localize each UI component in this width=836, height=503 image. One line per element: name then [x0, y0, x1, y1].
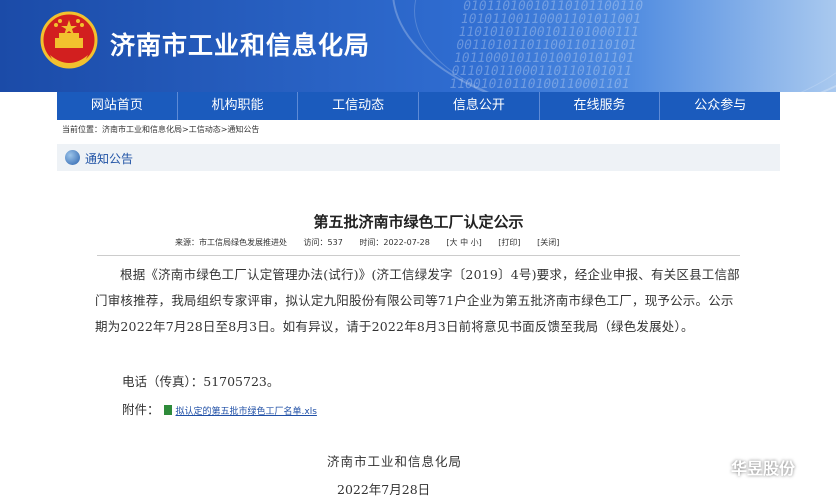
attachment-link[interactable]: 拟认定的第五批市绿色工厂名单.xls — [176, 407, 317, 417]
attachment-label: 附件： — [122, 402, 160, 417]
header-binary-decoration: 01011010010110101100110 1010110011000110… — [447, 0, 645, 92]
site-header: 01011010010110101100110 1010110011000110… — [0, 0, 836, 92]
breadcrumb[interactable]: 当前位置：济南市工业和信息化局>工信动态>通知公告 — [62, 124, 259, 135]
nav-item-functions[interactable]: 机构职能 — [178, 92, 299, 120]
contact-phone: 电话（传真）：51705723。 — [122, 374, 280, 389]
meta-time: 时间：2022-07-28 — [359, 238, 430, 247]
excel-file-icon — [163, 405, 172, 415]
meta-views: 访问：537 — [303, 238, 343, 247]
site-title: 济南市工业和信息化局 — [110, 31, 371, 60]
wechat-icon — [703, 458, 725, 475]
globe-icon — [65, 150, 80, 165]
font-size-switcher[interactable]: [大 中 小] — [446, 238, 481, 247]
meta-source: 来源：市工信局绿色发展推进处 — [175, 238, 287, 247]
signature: 济南市工业和信息化局 — [327, 454, 463, 469]
watermark-text: 华昱股份 — [731, 459, 796, 478]
close-link[interactable]: [关闭] — [537, 238, 559, 247]
signature-date: 2022年7月28日 — [337, 482, 431, 497]
article: 第五批济南市绿色工厂认定公示 来源：市工信局绿色发展推进处 访问：537 时间：… — [57, 171, 780, 503]
nav-item-online-service[interactable]: 在线服务 — [540, 92, 661, 120]
print-link[interactable]: [打印] — [498, 238, 520, 247]
article-title: 第五批济南市绿色工厂认定公示 — [313, 213, 524, 231]
nav-item-participation[interactable]: 公众参与 — [660, 92, 780, 120]
section-label: 通知公告 — [85, 152, 134, 166]
national-emblem-icon — [40, 11, 98, 69]
article-body: 根据《济南市绿色工厂认定管理办法(试行)》(济工信绿发字〔2019〕4号)要求，… — [95, 267, 740, 334]
nav-item-news[interactable]: 工信动态 — [298, 92, 420, 120]
wechat-watermark: 华昱股份 — [703, 455, 795, 479]
nav-item-disclosure[interactable]: 信息公开 — [419, 92, 540, 120]
main-nav: 网站首页 机构职能 工信动态 信息公开 在线服务 公众参与 — [57, 92, 780, 120]
divider — [97, 255, 740, 256]
section-header: 通知公告 — [57, 144, 780, 172]
attachment-row: 附件： 拟认定的第五批市绿色工厂名单.xls — [122, 399, 317, 418]
nav-item-home[interactable]: 网站首页 — [57, 92, 178, 120]
article-meta: 来源：市工信局绿色发展推进处 访问：537 时间：2022-07-28 [大 中… — [175, 237, 573, 248]
